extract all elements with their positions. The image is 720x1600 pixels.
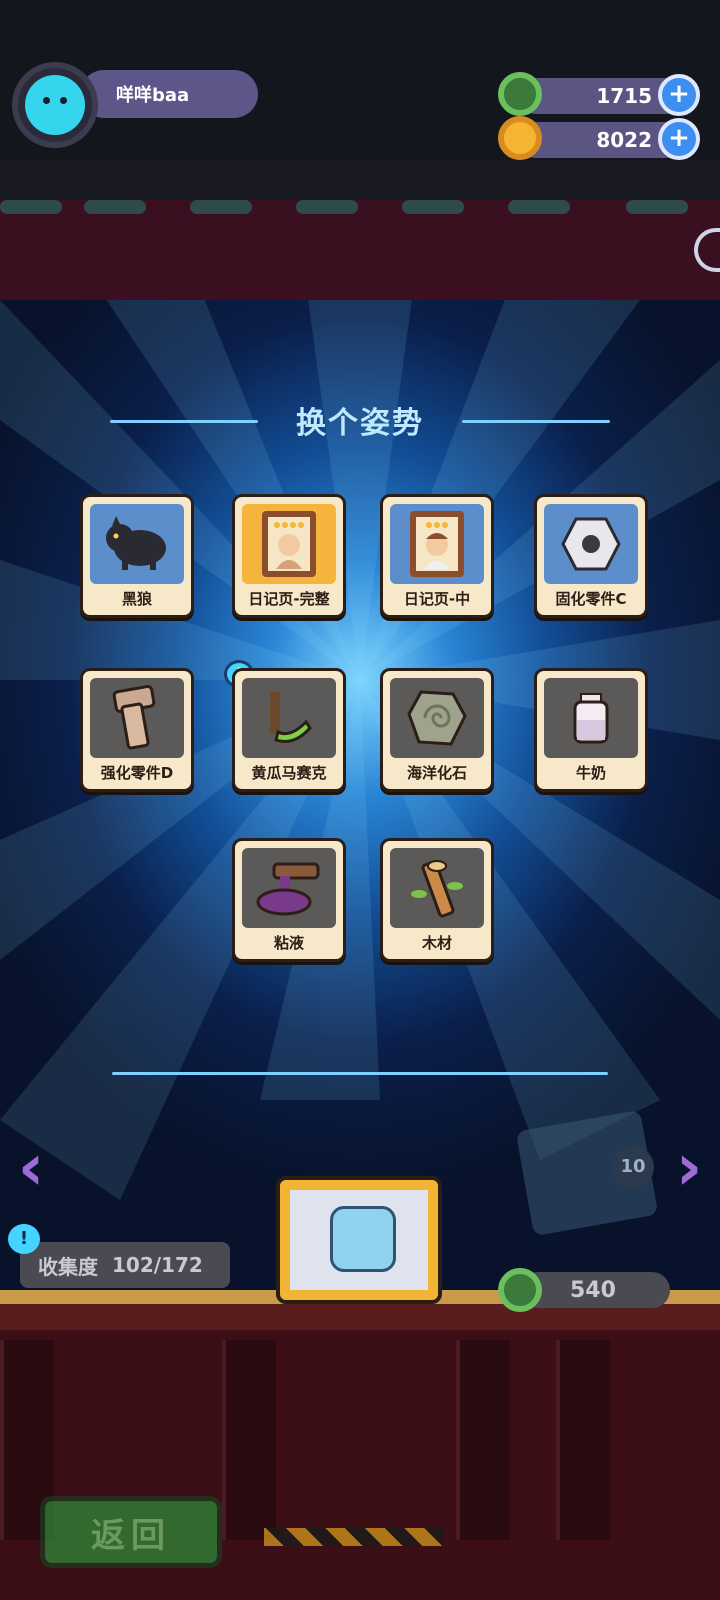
item-label: 黄瓜马赛克 bbox=[251, 764, 327, 782]
username: 咩咩baa bbox=[116, 85, 190, 106]
collection-label: 收集度 bbox=[38, 1254, 98, 1279]
stage-light bbox=[190, 200, 252, 214]
green-currency-value: 1715 bbox=[596, 84, 652, 108]
green-coin-icon bbox=[498, 72, 542, 116]
next-arrow-icon[interactable]: › bbox=[658, 1128, 720, 1210]
item-label: 日记页-完整 bbox=[248, 590, 330, 608]
stage-light bbox=[84, 200, 146, 214]
item-card-cucumber[interactable]: 黄瓜马赛克 bbox=[232, 668, 346, 792]
stage-pillar bbox=[456, 1340, 510, 1540]
bolt-icon bbox=[90, 678, 184, 758]
item-card-bolt[interactable]: 强化零件D bbox=[80, 668, 194, 792]
item-card-black-wolf[interactable]: 黑狼 bbox=[80, 494, 194, 618]
collection-value: 102/172 bbox=[112, 1253, 203, 1277]
username-pill[interactable]: 咩咩baa bbox=[80, 70, 258, 118]
milk-icon bbox=[544, 678, 638, 758]
stage-pillar bbox=[556, 1340, 610, 1540]
item-label: 黑狼 bbox=[121, 590, 152, 608]
item-card-slime[interactable]: 粘液 bbox=[232, 838, 346, 962]
collection-progress[interactable]: 收集度 102/172 bbox=[20, 1242, 230, 1288]
hex-nut-icon bbox=[544, 504, 638, 584]
item-label: 海洋化石 bbox=[406, 764, 467, 782]
page-title: 换个姿势 bbox=[296, 406, 424, 441]
gold-planet-icon bbox=[498, 116, 542, 160]
item-label: 固化零件C bbox=[555, 590, 627, 608]
green-coin-icon bbox=[498, 1268, 542, 1312]
add-green-currency-button[interactable]: + bbox=[658, 74, 700, 116]
item-card-milk[interactable]: 牛奶 bbox=[534, 668, 648, 792]
stage-light bbox=[402, 200, 464, 214]
info-icon[interactable]: ! bbox=[8, 1224, 40, 1254]
stage-light bbox=[626, 200, 688, 214]
wood-icon bbox=[390, 848, 484, 928]
avatar[interactable] bbox=[12, 62, 98, 148]
item-card-diary-page-full[interactable]: 日记页-完整 bbox=[232, 494, 346, 618]
box-price[interactable]: 540 bbox=[520, 1272, 670, 1308]
blind-box[interactable] bbox=[276, 1176, 442, 1304]
item-label: 日记页-中 bbox=[403, 590, 471, 608]
diary-page-full-icon bbox=[242, 504, 336, 584]
item-label: 木材 bbox=[421, 934, 452, 952]
cat-avatar-icon bbox=[25, 75, 85, 135]
item-card-wood[interactable]: 木材 bbox=[380, 838, 494, 962]
item-label: 牛奶 bbox=[575, 764, 606, 782]
bottom-divider bbox=[112, 1072, 608, 1075]
stage-light bbox=[0, 200, 62, 214]
gold-currency-value: 8022 bbox=[596, 128, 652, 152]
item-card-fossil[interactable]: 海洋化石 bbox=[380, 668, 494, 792]
diary-page-mid-icon bbox=[390, 504, 484, 584]
item-card-hex-nut[interactable]: 固化零件C bbox=[534, 494, 648, 618]
cucumber-icon bbox=[242, 678, 336, 758]
stage-light bbox=[296, 200, 358, 214]
stage-light bbox=[508, 200, 570, 214]
prev-arrow-icon[interactable]: ‹ bbox=[0, 1128, 62, 1210]
slime-icon bbox=[242, 848, 336, 928]
back-button[interactable]: 返回 bbox=[40, 1496, 222, 1568]
add-gold-currency-button[interactable]: + bbox=[658, 118, 700, 160]
box-price-value: 540 bbox=[570, 1277, 616, 1303]
gold-currency: 8022 + bbox=[498, 116, 700, 160]
item-label: 强化零件D bbox=[100, 764, 174, 782]
item-card-diary-page-mid[interactable]: 日记页-中 bbox=[380, 494, 494, 618]
stage-pillar bbox=[222, 1340, 276, 1540]
item-label: 粘液 bbox=[273, 934, 304, 952]
black-wolf-icon bbox=[90, 504, 184, 584]
hazard-stripe bbox=[264, 1528, 444, 1546]
green-currency: 1715 + bbox=[498, 72, 700, 116]
fossil-icon bbox=[390, 678, 484, 758]
ten-pack-count: 10 bbox=[612, 1146, 654, 1188]
triangle-logo-icon bbox=[330, 1206, 396, 1272]
